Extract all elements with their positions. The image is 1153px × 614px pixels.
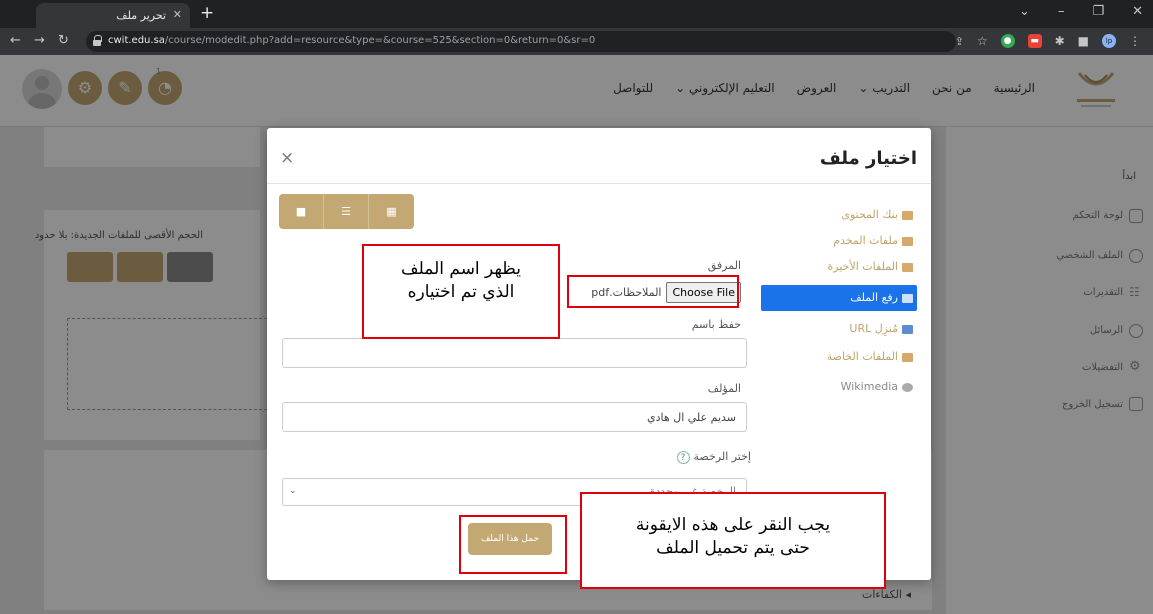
author-label: المؤلف [707,382,741,395]
file-highlight-box [567,275,739,308]
bookmark-star-icon[interactable]: ☆ [977,34,988,48]
tab-close-icon[interactable]: ✕ [173,8,182,21]
reload-icon[interactable]: ↻ [58,33,69,48]
repo-private-files[interactable]: الملفات الخاصة [761,344,917,370]
extension-red-icon[interactable]: ▬ [1027,34,1042,48]
window-controls: ⌄ – ❐ ✕ [1019,4,1143,19]
close-window-icon[interactable]: ✕ [1132,4,1143,19]
tab-title: تحرير ملف [116,9,166,22]
repository-icon [902,352,913,362]
new-tab-icon[interactable]: + [200,3,214,23]
address-bar[interactable]: cwit.edu.sa/course/modedit.php?add=resou… [86,31,956,52]
repo-content-bank[interactable]: بنك المحتوى [761,202,917,228]
attachment-label: المرفق [707,259,741,272]
license-label: إختر الرخصة? [676,450,751,464]
author-input[interactable] [282,402,747,432]
dialog-title: اختيار ملف [819,148,917,169]
forward-icon[interactable]: → [34,33,45,48]
repository-icon [902,210,913,220]
sidepanel-icon[interactable]: ■ [1078,34,1089,48]
view-toggle: ■ ☰ ▦ [279,194,415,229]
extension-green-icon[interactable]: ● [1000,34,1015,48]
dialog-divider [267,183,931,184]
puzzle-icon[interactable]: ✱ [1055,34,1065,48]
close-icon[interactable]: × [280,148,294,168]
minimize-icon[interactable]: – [1058,4,1065,19]
share-icon[interactable]: ⇪ [955,35,964,48]
repo-url-downloader[interactable]: مُنزِل URL [761,316,917,342]
repository-icon [902,236,913,246]
callout-file-name: يظهر اسم الملف الذي تم اختياره [362,244,560,339]
url-text: cwit.edu.sa/course/modedit.php?add=resou… [108,35,596,46]
more-menu-icon[interactable]: ⋮ [1129,34,1141,48]
repo-recent-files[interactable]: الملفات الأخيرة [761,254,917,280]
folder-view-button[interactable]: ■ [279,194,324,229]
restore-icon[interactable]: ❐ [1092,4,1104,19]
profile-icon[interactable]: lp [1102,34,1116,48]
repo-upload-file[interactable]: رفع الملف [761,285,917,311]
help-icon[interactable]: ? [676,451,690,464]
url-icon [902,324,913,334]
save-as-label: حفظ باسم [691,318,741,331]
browser-tab[interactable]: تحرير ملف ✕ [36,3,190,28]
repo-server-files[interactable]: ملفات المخدم [761,228,917,254]
browser-tabbar: تحرير ملف ✕ + ⌄ – ❐ ✕ [0,0,1153,28]
callout-line: الذي تم اختياره [407,282,515,302]
grid-view-button[interactable]: ▦ [369,194,414,229]
wikimedia-icon [902,382,913,392]
callout-line: يجب النقر على هذه الايقونة [635,515,831,535]
lock-icon [93,35,102,46]
repository-icon [902,262,913,272]
callout-upload: يجب النقر على هذه الايقونة حتى يتم تحميل… [580,492,886,589]
chevron-down-icon: ⌄ [289,486,297,496]
chevron-down-icon[interactable]: ⌄ [1019,4,1030,19]
repo-wikimedia[interactable]: Wikimedia [761,374,917,400]
list-view-button[interactable]: ☰ [324,194,369,229]
upload-highlight-box [459,515,567,574]
callout-line: يظهر اسم الملف [401,259,521,279]
browser-toolbar: ← → ↻ cwit.edu.sa/course/modedit.php?add… [0,28,1153,55]
back-icon[interactable]: ← [10,33,21,48]
upload-icon [902,293,913,303]
extension-icons: ⇪ ☆ ● ▬ ✱ ■ lp ⋮ [955,34,1141,48]
save-as-input[interactable] [282,338,747,368]
callout-line: حتى يتم تحميل الملف [656,538,810,558]
